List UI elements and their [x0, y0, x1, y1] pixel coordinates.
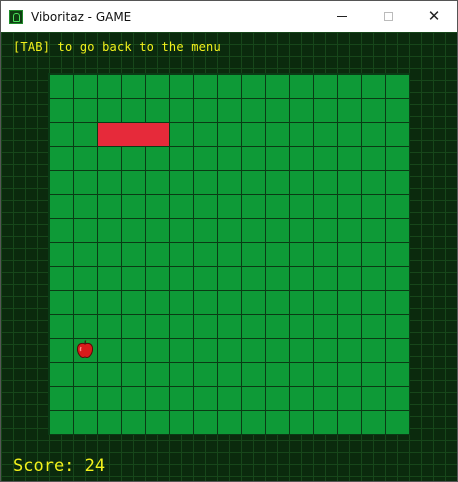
snake — [98, 123, 169, 146]
maximize-icon — [383, 12, 393, 21]
snake-app-icon — [9, 9, 23, 24]
window-title: Viboritaz - GAME — [31, 9, 132, 24]
game-canvas[interactable]: [TAB] to go back to the menu Score: 24 — [1, 32, 457, 481]
minimize-icon — [337, 16, 347, 17]
title-bar[interactable]: Viboritaz - GAME ✕ — [1, 1, 457, 32]
game-board — [49, 74, 409, 434]
game-window: Viboritaz - GAME ✕ [TAB] to go back to t… — [0, 0, 458, 482]
apple-icon — [76, 340, 94, 359]
score-label: Score: 24 — [13, 456, 106, 476]
maximize-button[interactable] — [365, 1, 411, 32]
minimize-button[interactable] — [319, 1, 365, 32]
close-button[interactable]: ✕ — [411, 1, 457, 32]
menu-hint: [TAB] to go back to the menu — [13, 40, 221, 54]
close-icon: ✕ — [427, 7, 441, 25]
